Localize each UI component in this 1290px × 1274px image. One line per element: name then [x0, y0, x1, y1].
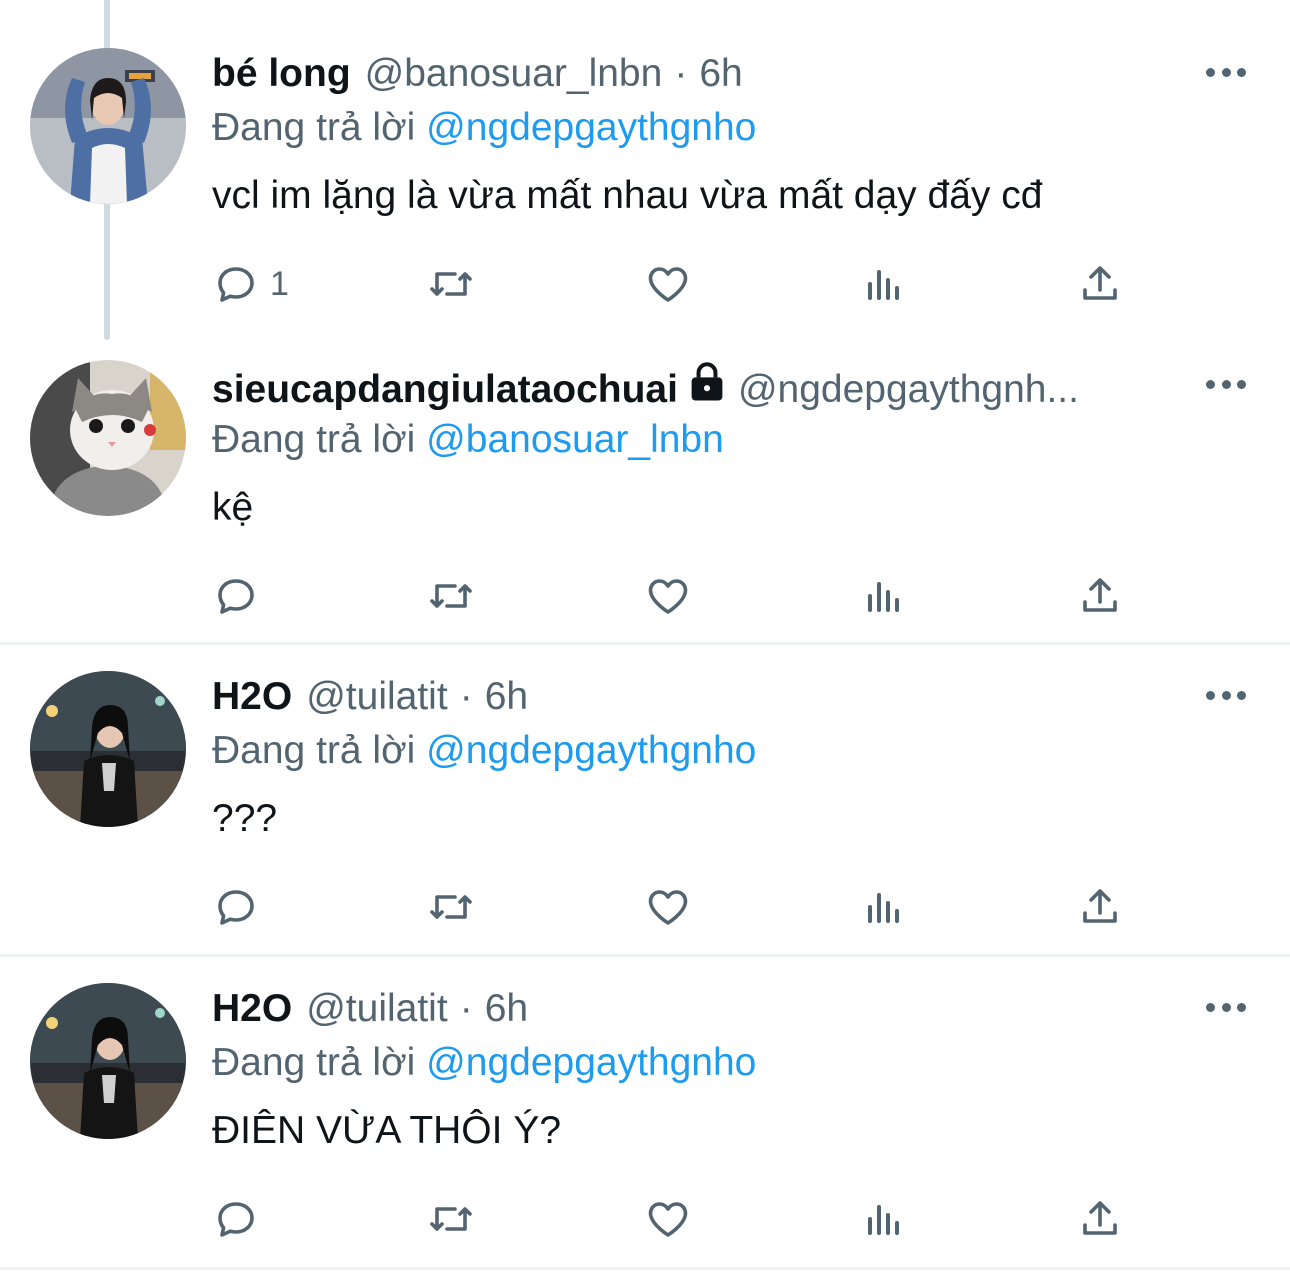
- share-icon: [1083, 578, 1117, 612]
- replying-to-label: Đang trả lời: [212, 106, 416, 149]
- replying-to: Đang trả lời @ngdepgaythgnho: [212, 1037, 1200, 1089]
- retweet-icon: [430, 895, 472, 919]
- heart-icon: [648, 267, 688, 302]
- more-options-icon[interactable]: [1206, 380, 1246, 392]
- like-button[interactable]: [644, 258, 692, 310]
- avatar[interactable]: [30, 48, 186, 204]
- tweet[interactable]: H2O @tuilatit · 6h Đang trả lời @ngdepga…: [0, 957, 1290, 1270]
- separator-dot: ·: [459, 675, 473, 718]
- user-handle[interactable]: @tuilatit: [306, 673, 447, 721]
- separator-dot: ·: [459, 987, 473, 1030]
- reply-count: 1: [270, 264, 289, 303]
- analytics-icon: [868, 893, 899, 923]
- retweet-button[interactable]: [427, 881, 475, 933]
- reply-button[interactable]: 1: [212, 258, 289, 310]
- profile-photo-cat-icon: [30, 360, 186, 516]
- share-button[interactable]: [1076, 1193, 1124, 1245]
- share-button[interactable]: [1076, 881, 1124, 933]
- heart-icon: [648, 1202, 688, 1237]
- replying-to-label: Đang trả lời: [212, 729, 416, 772]
- analytics-button[interactable]: [860, 570, 908, 622]
- retweet-button[interactable]: [427, 570, 475, 622]
- tweet-text: ???: [212, 797, 278, 840]
- replying-to-handle[interactable]: @banosuar_lnbn: [426, 418, 724, 461]
- separator-dot: ·: [674, 52, 688, 95]
- like-button[interactable]: [644, 1193, 692, 1245]
- analytics-button[interactable]: [860, 1193, 908, 1245]
- display-name[interactable]: sieucapdangiulataochuai: [212, 366, 678, 410]
- timestamp[interactable]: 6h: [485, 673, 528, 721]
- reply-icon: [218, 267, 254, 302]
- avatar[interactable]: [30, 671, 186, 827]
- retweet-button[interactable]: [427, 1193, 475, 1245]
- share-button[interactable]: [1076, 258, 1124, 310]
- tweet-actions: [212, 881, 1132, 933]
- tweet[interactable]: H2O @tuilatit · 6h Đang trả lời @ngdepga…: [0, 645, 1290, 957]
- retweet-icon: [430, 584, 472, 608]
- analytics-icon: [868, 582, 899, 612]
- share-icon: [1083, 889, 1117, 923]
- replying-to: Đang trả lời @ngdepgaythgnho: [212, 102, 1200, 154]
- tweet-text: kệ: [212, 486, 254, 529]
- replying-to: Đang trả lời @banosuar_lnbn: [212, 414, 1200, 466]
- avatar[interactable]: [30, 360, 186, 516]
- replying-to-handle[interactable]: @ngdepgaythgnho: [426, 1041, 756, 1084]
- analytics-button[interactable]: [860, 881, 908, 933]
- replying-to-label: Đang trả lời: [212, 418, 416, 461]
- user-handle[interactable]: @banosuar_lnbn: [365, 50, 663, 98]
- reply-button[interactable]: [212, 881, 270, 933]
- profile-photo-girl-night-street-icon: [30, 983, 186, 1139]
- more-options-icon[interactable]: [1206, 1003, 1246, 1015]
- avatar[interactable]: [30, 983, 186, 1139]
- heart-icon: [648, 579, 688, 614]
- reply-button[interactable]: [212, 570, 270, 622]
- timestamp[interactable]: 6h: [485, 985, 528, 1033]
- tweet[interactable]: bé long @banosuar_lnbn · 6h Đang trả lời…: [0, 0, 1290, 340]
- share-icon: [1083, 1201, 1117, 1235]
- reply-button[interactable]: [212, 1193, 270, 1245]
- analytics-icon: [868, 270, 899, 300]
- tweet-text: ĐIÊN VỪA THÔI Ý?: [212, 1109, 562, 1152]
- reply-icon: [218, 579, 254, 614]
- more-options-icon[interactable]: [1206, 68, 1246, 80]
- share-button[interactable]: [1076, 570, 1124, 622]
- retweet-button[interactable]: [427, 258, 475, 310]
- heart-icon: [648, 890, 688, 925]
- display-name[interactable]: H2O: [212, 673, 292, 721]
- profile-photo-girl-denim-jacket-icon: [30, 48, 186, 204]
- display-name[interactable]: bé long: [212, 50, 351, 98]
- more-options-icon[interactable]: [1206, 691, 1246, 703]
- analytics-button[interactable]: [860, 258, 908, 310]
- retweet-icon: [430, 1207, 472, 1231]
- tweet-text: vcl im lặng là vừa mất nhau vừa mất dạy …: [212, 174, 1043, 217]
- tweet-actions: [212, 1193, 1132, 1245]
- tweet-actions: [212, 570, 1132, 622]
- replying-to-label: Đang trả lời: [212, 1041, 416, 1084]
- lock-icon: [691, 362, 723, 401]
- timestamp[interactable]: 6h: [699, 50, 742, 98]
- user-handle[interactable]: @ngdepgaythgnh...: [738, 366, 1079, 410]
- profile-photo-girl-night-street-icon: [30, 671, 186, 827]
- replying-to-handle[interactable]: @ngdepgaythgnho: [426, 729, 756, 772]
- analytics-icon: [868, 1205, 899, 1235]
- like-button[interactable]: [644, 570, 692, 622]
- tweet-actions: 1: [212, 258, 1132, 310]
- tweet[interactable]: sieucapdangiulataochuai @ngdepgaythgnh..…: [0, 340, 1290, 645]
- user-handle[interactable]: @tuilatit: [306, 985, 447, 1033]
- like-button[interactable]: [644, 881, 692, 933]
- reply-icon: [218, 1202, 254, 1237]
- display-name[interactable]: H2O: [212, 985, 292, 1033]
- replying-to-handle[interactable]: @ngdepgaythgnho: [426, 106, 756, 149]
- retweet-icon: [430, 272, 472, 296]
- reply-icon: [218, 890, 254, 925]
- replying-to: Đang trả lời @ngdepgaythgnho: [212, 725, 1200, 777]
- share-icon: [1083, 266, 1117, 300]
